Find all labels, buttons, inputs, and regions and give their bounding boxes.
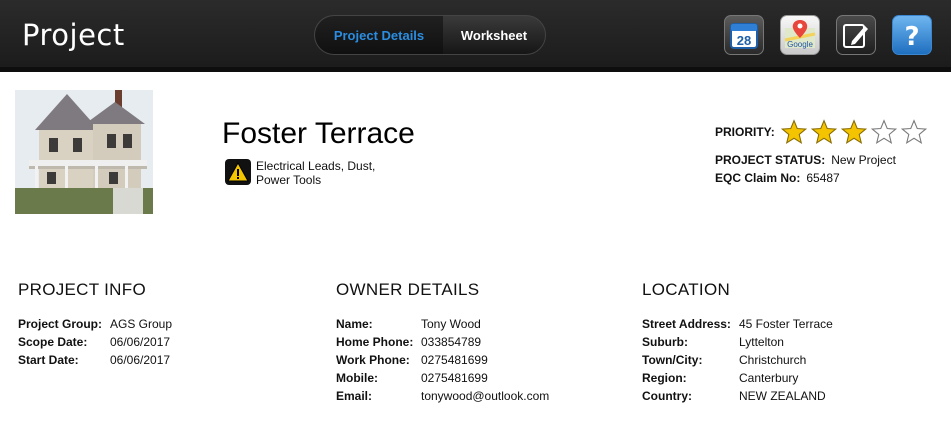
star-empty-icon[interactable] <box>900 119 927 145</box>
star-filled-icon[interactable] <box>840 119 867 145</box>
location-label: Region: <box>642 371 687 385</box>
owner-label: Email: <box>336 389 373 403</box>
star-filled-icon[interactable] <box>780 119 807 145</box>
project-status-row: PROJECT STATUS: New Project <box>715 153 896 167</box>
owner-row: Work Phone: 0275481699 <box>336 351 549 369</box>
status-value: New Project <box>831 153 896 167</box>
location-label: Street Address: <box>642 317 731 331</box>
section-title: PROJECT INFO <box>18 280 146 299</box>
project-info-section: PROJECT INFO Project Group: AGS Group Sco… <box>18 280 172 369</box>
owner-row: Name: Tony Wood <box>336 315 549 333</box>
location-value: Lyttelton <box>739 335 784 349</box>
calendar-day: 28 <box>737 33 751 48</box>
location-row: Suburb: Lyttelton <box>642 333 833 351</box>
info-label: Start Date: <box>18 353 79 367</box>
hazards-text: Electrical Leads, Dust, Power Tools <box>256 159 376 187</box>
info-row: Start Date: 06/06/2017 <box>18 351 172 369</box>
owner-label: Mobile: <box>336 371 378 385</box>
info-label: Project Group: <box>18 317 103 331</box>
help-icon: ? <box>904 22 919 50</box>
owner-row: Mobile: 0275481699 <box>336 369 549 387</box>
location-value: 45 Foster Terrace <box>739 317 833 331</box>
tab-project-details[interactable]: Project Details <box>315 16 443 54</box>
location-label: Suburb: <box>642 335 688 349</box>
view-tabs: Project Details Worksheet <box>314 15 546 55</box>
calendar-button[interactable]: 28 <box>724 15 764 55</box>
tab-worksheet[interactable]: Worksheet <box>443 16 545 54</box>
location-value: Canterbury <box>739 371 799 385</box>
info-value: AGS Group <box>110 317 173 331</box>
location-row: Country: NEW ZEALAND <box>642 387 833 405</box>
priority-row: PRIORITY: <box>715 119 931 145</box>
priority-stars[interactable] <box>780 119 931 145</box>
owner-row: Home Phone: 033854789 <box>336 333 549 351</box>
location-section: LOCATION Street Address: 45 Foster Terrac… <box>642 280 833 405</box>
owner-label: Home Phone: <box>336 335 414 349</box>
owner-label: Name: <box>336 317 373 331</box>
owner-value: 0275481699 <box>421 353 488 367</box>
owner-email-link[interactable]: tonywood@outlook.com <box>421 387 549 405</box>
owner-value: 033854789 <box>421 335 482 349</box>
info-row: Project Group: AGS Group <box>18 315 172 333</box>
help-glyph: ? <box>904 22 919 50</box>
owner-row: Email: tonywood@outlook.com <box>336 387 549 405</box>
section-title: LOCATION <box>642 280 731 299</box>
info-value: 06/06/2017 <box>110 335 171 349</box>
location-row: Town/City: Christchurch <box>642 351 833 369</box>
help-button[interactable]: ? <box>892 15 932 55</box>
owner-details-section: OWNER DETAILS Name: Tony Wood Home Phone:… <box>336 280 549 405</box>
location-row: Street Address: 45 Foster Terrace <box>642 315 833 333</box>
google-label: Google <box>787 40 813 49</box>
claim-row: EQC Claim No: 65487 <box>715 171 840 185</box>
house-image <box>15 90 153 214</box>
top-bar: Project Project Details Worksheet 28 Goo… <box>0 0 951 72</box>
calendar-icon: 28 <box>730 23 758 49</box>
info-value: 06/06/2017 <box>110 353 171 367</box>
project-photo <box>15 90 153 214</box>
owner-value: Tony Wood <box>421 317 481 331</box>
owner-value: 0275481699 <box>421 371 488 385</box>
edit-pencil-icon <box>843 24 868 48</box>
location-label: Country: <box>642 389 692 403</box>
info-label: Scope Date: <box>18 335 88 349</box>
star-empty-icon[interactable] <box>870 119 897 145</box>
claim-label: EQC Claim No: <box>715 171 801 185</box>
section-title: OWNER DETAILS <box>336 280 480 299</box>
google-maps-button[interactable]: Google <box>780 15 820 55</box>
location-value: Christchurch <box>739 353 807 367</box>
google-maps-icon: Google <box>784 20 816 49</box>
location-label: Town/City: <box>642 353 703 367</box>
location-value: NEW ZEALAND <box>739 389 826 403</box>
warning-icon <box>225 159 251 185</box>
edit-button[interactable] <box>836 15 876 55</box>
info-row: Scope Date: 06/06/2017 <box>18 333 172 351</box>
status-label: PROJECT STATUS: <box>715 153 826 167</box>
app-title: Project <box>22 18 125 52</box>
star-filled-icon[interactable] <box>810 119 837 145</box>
priority-label: PRIORITY: <box>715 125 775 139</box>
claim-value: 65487 <box>806 171 840 185</box>
location-row: Region: Canterbury <box>642 369 833 387</box>
owner-label: Work Phone: <box>336 353 410 367</box>
project-name: Foster Terrace <box>222 117 415 150</box>
